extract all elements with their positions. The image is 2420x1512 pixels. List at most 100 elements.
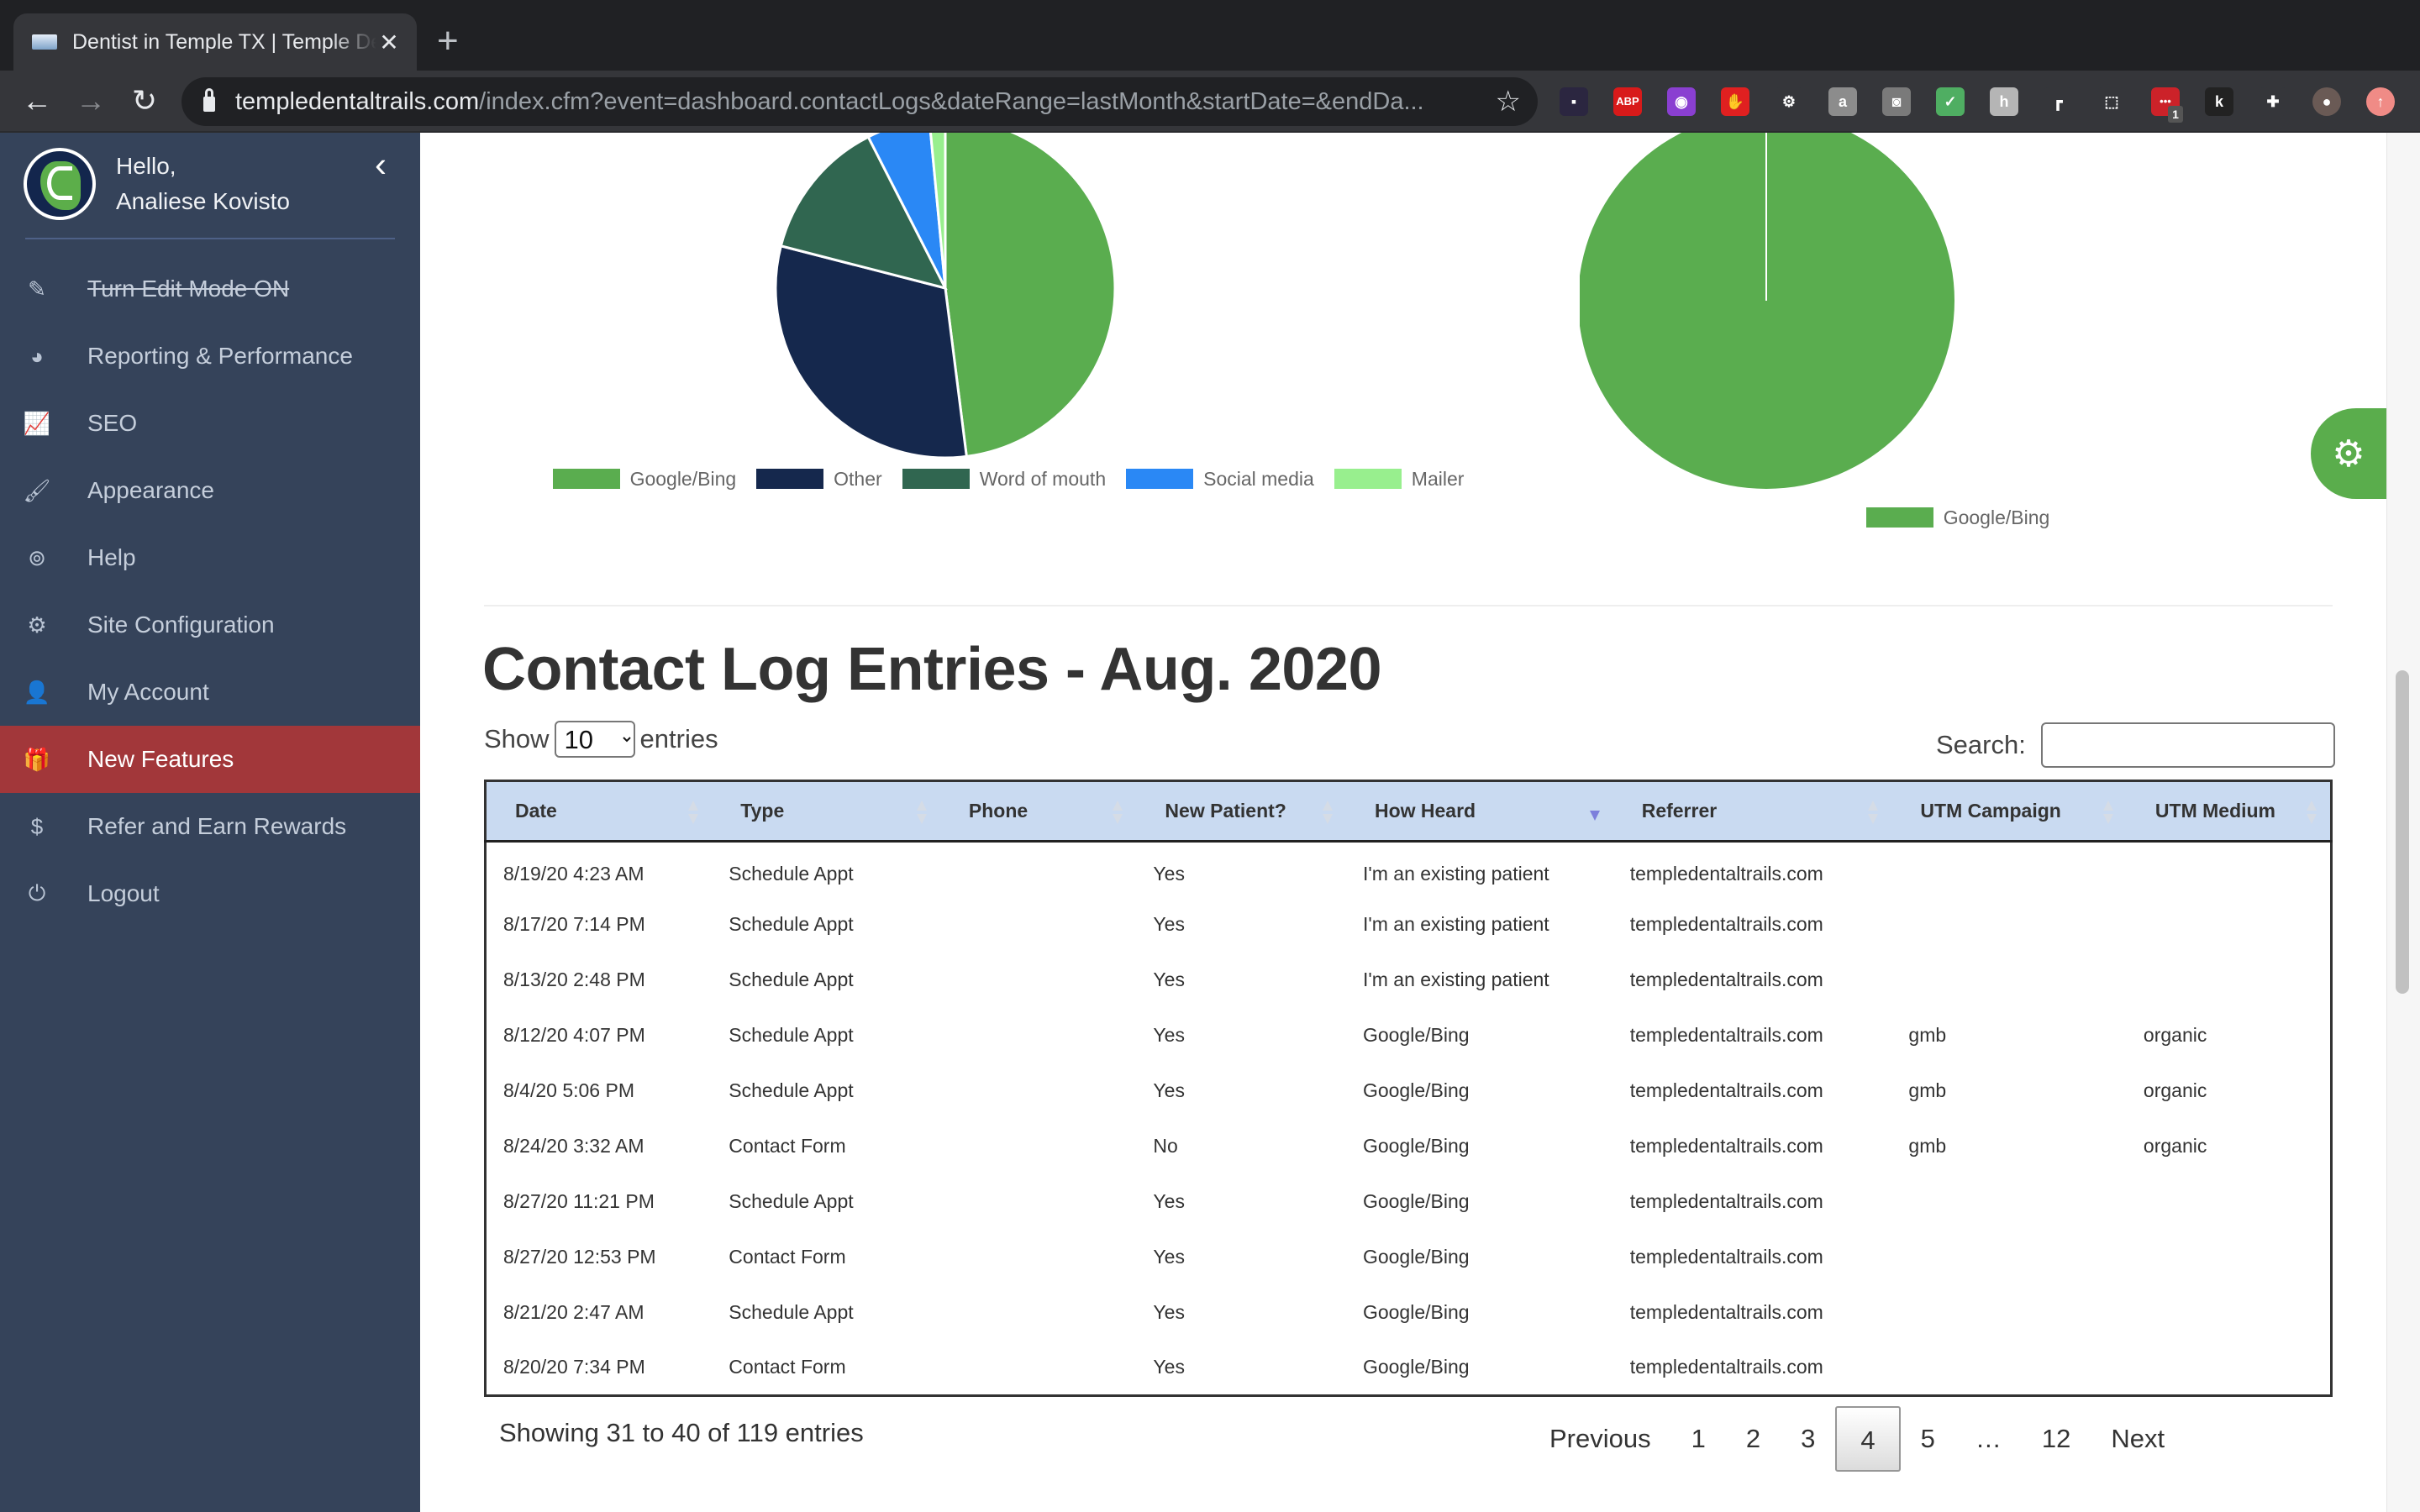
legend-item[interactable]: Word of mouth [902,460,1106,497]
cell-type: Schedule Appt [729,862,854,885]
column-header-how-heard[interactable]: How Heard [1345,780,1613,843]
gear-extension-icon[interactable]: ⚙ [1775,87,1803,116]
column-header-utm-medium[interactable]: UTM Medium [2126,780,2332,843]
legend-item[interactable]: Google/Bing [552,460,736,497]
selection-icon[interactable]: ⬚ [2097,87,2126,116]
browser-tab[interactable]: Dentist in Temple TX | Temple Dental Tra… [13,13,417,71]
greeting: Hello, Analiese Kovisto [116,149,290,219]
page-12-button[interactable]: 12 [2022,1406,2091,1472]
screen-recorder-icon[interactable]: ▪ [1560,87,1588,116]
sort-both-icon[interactable] [2307,801,2317,826]
column-header-label: Type [740,800,785,822]
page-3-button[interactable]: 3 [1781,1406,1835,1472]
puzzle-extensions-icon[interactable]: ✚ [2259,87,2287,116]
bookmark-star-icon[interactable]: ☆ [1496,85,1521,118]
sidebar-item-logout[interactable]: ⏻ Logout [0,860,420,927]
color-picker-icon[interactable]: ◉ [1667,87,1696,116]
legend-item[interactable]: Social media [1126,460,1314,497]
new-tab-button[interactable]: + [437,20,459,62]
forward-button[interactable]: → [72,82,109,119]
table-row[interactable]: 8/27/20 12:53 PM Contact Form Yes Google/Bi… [486,1230,2332,1285]
column-header-phone[interactable]: Phone [939,780,1137,843]
page-scrollbar[interactable] [2386,133,2420,1512]
sort-descending-icon[interactable] [1589,801,1600,826]
sidebar-item-my-account[interactable]: 👤 My Account [0,659,420,726]
sidebar-item-refer-and-earn-rewards[interactable]: $ Refer and Earn Rewards [0,793,420,860]
column-header-type[interactable]: Type [712,780,940,843]
cell-how-heard: Google/Bing [1362,1190,1470,1212]
previous-page-button[interactable]: Previous [1529,1406,1671,1472]
browser-tabstrip: Dentist in Temple TX | Temple Dental Tra… [0,0,2420,71]
page-1-button[interactable]: 1 [1671,1406,1726,1472]
sidebar-item-seo[interactable]: 📈 SEO [0,390,420,457]
tab-close-icon[interactable]: ✕ [376,29,402,56]
sort-both-icon[interactable] [2102,801,2113,826]
sidebar-item-new-features[interactable]: 🎁 New Features [0,726,420,793]
lastpass-icon[interactable]: ••• 1 [2151,87,2183,123]
url-host: templedentaltrails.com [235,87,480,115]
shield-check-icon[interactable]: ✓ [1936,87,1965,116]
legend-item[interactable]: Mailer [1334,460,1465,497]
sidebar-item-site-configuration[interactable]: ⚙ Site Configuration [0,591,420,659]
script-h-icon[interactable]: h [1990,87,2018,116]
page-length-select[interactable]: 10 [554,721,635,758]
column-header-utm-campaign[interactable]: UTM Campaign [1891,780,2127,843]
column-header-date[interactable]: Date [485,780,713,843]
signpost-icon[interactable]: ┏ [2044,87,2072,116]
page-5-button[interactable]: 5 [1901,1406,1955,1472]
column-header-label: Phone [968,800,1028,822]
how-heard-slice-google-bing[interactable] [944,133,1117,459]
sidebar-item-appearance[interactable]: 🖌 Appearance [0,457,420,524]
camera-icon[interactable]: ◙ [1882,87,1911,116]
scrollbar-thumb[interactable] [2396,670,2409,994]
k-extension-icon[interactable]: k [2205,87,2233,116]
sidebar-item-label: Help [87,544,136,570]
table-row[interactable]: 8/24/20 3:32 AM Contact Form No Google/Bing… [486,1119,2332,1174]
sidebar-item-help[interactable]: ⊚ Help [0,524,420,591]
sort-both-icon[interactable] [1322,801,1333,826]
table-row[interactable]: 8/13/20 2:48 PM Schedule Appt Yes I'm an ex… [486,953,2332,1008]
profile-avatar-icon[interactable]: ● [2312,87,2341,116]
adblock-plus-icon[interactable]: ABP [1613,87,1642,116]
table-row[interactable]: 8/4/20 5:06 PM Schedule Appt Yes Google/Bin… [486,1063,2332,1119]
translate-icon[interactable]: a [1828,87,1857,116]
page-2-button[interactable]: 2 [1726,1406,1781,1472]
legend-label: Mailer [1411,467,1465,490]
cell-type: Schedule Appt [729,1079,854,1101]
url-text[interactable]: templedentaltrails.com/index.cfm?event=d… [235,88,1496,116]
table-row[interactable]: 8/17/20 7:14 PM Schedule Appt Yes I'm an ex… [486,897,2332,953]
stop-hand-icon[interactable]: ✋ [1721,87,1749,116]
search-input[interactable] [2040,722,2335,768]
column-header-referrer[interactable]: Referrer [1612,780,1892,843]
update-arrow-icon[interactable]: ↑ [2366,87,2395,116]
table-row[interactable]: 8/20/20 7:34 PM Contact Form Yes Google/Bin… [486,1341,2332,1396]
new-patient-legend: Google/Bing [1739,499,2176,536]
sort-both-icon[interactable] [1868,801,1879,826]
table-row[interactable]: 8/12/20 4:07 PM Schedule Appt Yes Google/Bi… [486,1008,2332,1063]
reload-button[interactable]: ↻ [126,82,163,119]
legend-item[interactable]: Google/Bing [1865,499,2049,536]
cell-phone [940,842,1137,897]
column-header-new-patient[interactable]: New Patient? [1136,780,1346,843]
cell-how-heard: Google/Bing [1362,1246,1470,1268]
cell-referrer: templedentaltrails.com [1629,862,1823,885]
lock-icon[interactable] [203,88,215,112]
sidebar-item-turn-edit-mode-on[interactable]: ✎ Turn Edit Mode ON [0,255,420,323]
back-button[interactable]: ← [18,82,55,119]
cell-phone [940,1341,1137,1396]
sort-both-icon[interactable] [1113,801,1123,826]
page-4-button[interactable]: 4 [1835,1406,1901,1472]
table-row[interactable]: 8/19/20 4:23 AM Schedule Appt Yes I'm an ex… [486,842,2332,897]
table-row[interactable]: 8/21/20 2:47 AM Schedule Appt Yes Google/Bi… [486,1285,2332,1341]
next-page-button[interactable]: Next [2091,1406,2185,1472]
collapse-sidebar-chevron-icon[interactable]: ‹ [375,144,387,185]
table-row[interactable]: 8/27/20 11:21 PM Schedule Appt Yes Google/B… [486,1174,2332,1230]
settings-gears-button[interactable]: ⚙ [2311,408,2386,499]
legend-item[interactable]: Other [756,460,882,497]
address-bar[interactable]: templedentaltrails.com/index.cfm?event=d… [182,77,1538,126]
sort-both-icon[interactable] [688,801,699,826]
sidebar: Hello, Analiese Kovisto ‹ ✎ Turn Edit Mod… [0,133,420,1512]
sidebar-item-reporting-performance[interactable]: ◕ Reporting & Performance [0,323,420,390]
sort-both-icon[interactable] [916,801,927,826]
column-header-label: UTM Campaign [1920,800,2061,822]
